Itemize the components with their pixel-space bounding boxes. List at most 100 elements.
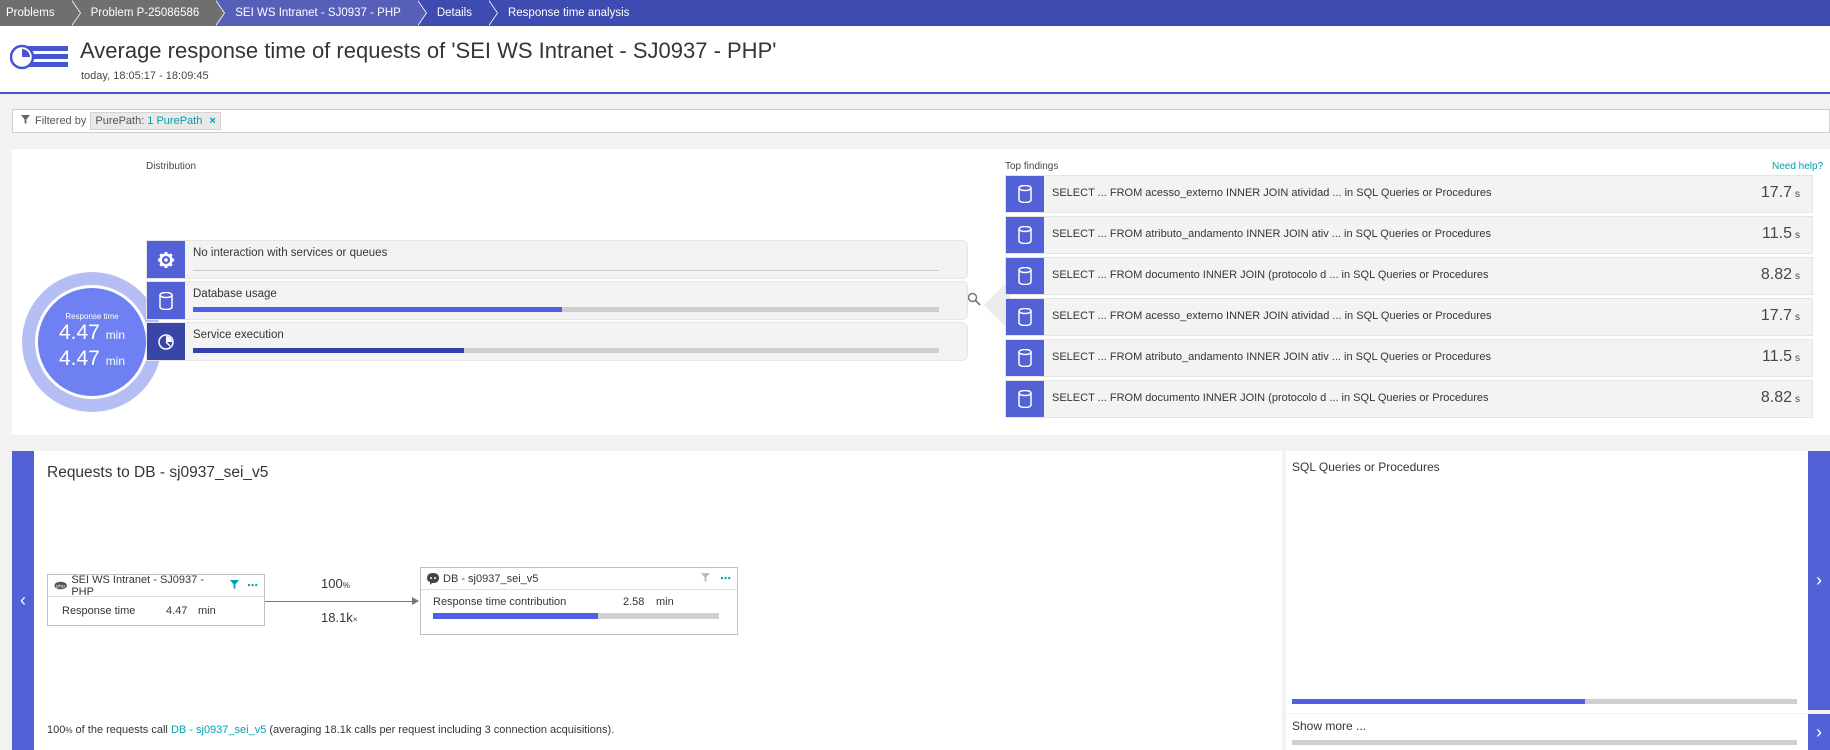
breadcrumb-service[interactable]: SEI WS Intranet - SJ0937 - PHP <box>215 0 426 26</box>
distribution-row-label: Service execution <box>193 329 284 341</box>
finding-text: SELECT ... FROM documento INNER JOIN (pr… <box>1052 269 1489 281</box>
filter-bar[interactable]: Filtered by PurePath: 1 PurePath × <box>12 109 1830 133</box>
sql-panel-bar-fill <box>1292 699 1585 704</box>
database-icon <box>1006 176 1044 212</box>
filter-chip[interactable]: PurePath: 1 PurePath × <box>90 112 221 130</box>
database-icon <box>147 282 185 319</box>
calls-count: 18.1k× <box>321 610 358 625</box>
filter-chip-key: PurePath: <box>95 115 145 127</box>
remove-filter-icon[interactable]: × <box>209 115 215 127</box>
target-db-node[interactable]: DB - sj0937_sei_v5 ⋯ Response time contr… <box>420 567 738 635</box>
call-arrow-head <box>412 597 419 605</box>
finding-text: SELECT ... FROM atributo_andamento INNER… <box>1052 351 1491 363</box>
postgres-icon <box>427 572 439 585</box>
finding-row[interactable]: SELECT ... FROM acesso_externo INNER JOI… <box>1005 175 1813 213</box>
filter-icon-disabled[interactable] <box>701 572 710 585</box>
distribution-row-divider <box>193 270 939 271</box>
finding-text: SELECT ... FROM atributo_andamento INNER… <box>1052 228 1491 240</box>
svg-text:php: php <box>56 583 65 589</box>
requests-panel: ‹ Requests to DB - sj0937_sei_v5 php SEI… <box>12 451 1282 750</box>
source-service-node[interactable]: php SEI WS Intranet - SJ0937 - PHP ⋯ Res… <box>47 574 265 626</box>
finding-row[interactable]: SELECT ... FROM acesso_externo INNER JOI… <box>1005 298 1813 336</box>
distribution-rows: No interaction with services or queues D… <box>146 240 968 363</box>
target-metric-value: 2.58 <box>623 596 645 608</box>
distribution-label: Distribution <box>146 161 197 172</box>
target-metric-label: Response time contribution <box>433 596 567 608</box>
show-more-panel[interactable]: Show more ... <box>1286 714 1808 750</box>
show-more-link[interactable]: Show more ... <box>1292 719 1366 733</box>
top-findings-list: SELECT ... FROM acesso_externo INNER JOI… <box>1005 175 1813 421</box>
breadcrumb-problems[interactable]: Problems <box>0 0 80 26</box>
finding-value: 8.82 s <box>1760 266 1800 283</box>
requests-summary: 100% of the requests call DB - sj0937_se… <box>47 724 615 736</box>
source-node-name: SEI WS Intranet - SJ0937 - PHP <box>71 573 204 598</box>
timeframe: today, 18:05:17 - 18:09:45 <box>81 70 209 82</box>
finding-text: SELECT ... FROM acesso_externo INNER JOI… <box>1052 187 1492 199</box>
finding-row[interactable]: SELECT ... FROM atributo_andamento INNER… <box>1005 339 1813 377</box>
need-help-link[interactable]: Need help? <box>1772 161 1823 172</box>
distribution-panel: Distribution Response time 4.47 min 4.47… <box>12 149 1830 435</box>
distribution-row-label: Database usage <box>193 288 277 300</box>
more-options-icon[interactable]: ⋯ <box>720 572 731 585</box>
source-node-header: php SEI WS Intranet - SJ0937 - PHP ⋯ <box>48 573 264 598</box>
filter-icon <box>21 115 30 127</box>
finding-row[interactable]: SELECT ... FROM documento INNER JOIN (pr… <box>1005 380 1813 418</box>
database-icon <box>1006 381 1044 417</box>
response-time-analysis-icon <box>10 44 68 70</box>
distribution-row-service-execution[interactable]: Service execution <box>146 322 968 361</box>
sql-panel-bar <box>1292 699 1797 704</box>
distribution-row-label: No interaction with services or queues <box>193 247 388 259</box>
response-time-ring[interactable]: Response time 4.47 min 4.47 min <box>22 272 162 412</box>
database-icon <box>1006 299 1044 335</box>
breadcrumb: Problems Problem P-25086586 SEI WS Intra… <box>0 0 1830 26</box>
source-metric-value: 4.47 <box>166 605 188 617</box>
finding-value: 11.5 s <box>1762 225 1800 242</box>
filter-label: Filtered by <box>35 115 87 127</box>
database-icon <box>1006 340 1044 376</box>
magnifier-icon <box>967 292 981 309</box>
service-execution-icon <box>147 323 185 360</box>
target-node-name: DB - sj0937_sei_v5 <box>443 572 539 585</box>
page-header: Average response time of requests of 'SE… <box>0 26 1830 94</box>
finding-text: SELECT ... FROM documento INNER JOIN (pr… <box>1052 392 1489 404</box>
sql-panel-title: SQL Queries or Procedures <box>1292 460 1440 474</box>
finding-row[interactable]: SELECT ... FROM atributo_andamento INNER… <box>1005 216 1813 254</box>
sql-queries-panel[interactable]: SQL Queries or Procedures <box>1286 451 1808 713</box>
contribution-bar-fill <box>433 613 599 619</box>
gear-icon <box>147 241 185 278</box>
database-icon <box>1006 258 1044 294</box>
contribution-bar <box>433 613 719 619</box>
target-metric-unit: min <box>656 596 674 608</box>
finding-value: 17.7 s <box>1760 184 1800 201</box>
distribution-row-no-interaction[interactable]: No interaction with services or queues <box>146 240 968 279</box>
database-icon <box>1006 217 1044 253</box>
breadcrumb-details[interactable]: Details <box>417 0 498 26</box>
finding-value: 8.82 s <box>1760 389 1800 406</box>
finding-row[interactable]: SELECT ... FROM documento INNER JOIN (pr… <box>1005 257 1813 295</box>
filter-icon[interactable] <box>230 579 239 592</box>
service-execution-bar <box>193 348 939 353</box>
more-options-icon[interactable]: ⋯ <box>247 579 258 592</box>
show-more-chevron-icon[interactable]: › <box>1808 714 1830 750</box>
finding-value: 11.5 s <box>1762 348 1800 365</box>
service-execution-fill <box>193 348 464 353</box>
ring-label: Response time <box>65 312 119 321</box>
db-link[interactable]: DB - sj0937_sei_v5 <box>171 724 266 736</box>
database-usage-bar <box>193 307 939 312</box>
call-percentage: 100% <box>321 576 350 591</box>
response-time-value-1: 4.47 min <box>58 321 126 344</box>
source-metric-unit: min <box>198 605 216 617</box>
show-more-bar <box>1292 740 1797 745</box>
page-title: Average response time of requests of 'SE… <box>80 38 777 63</box>
target-node-header: DB - sj0937_sei_v5 ⋯ <box>421 568 737 590</box>
previous-chevron-icon[interactable]: ‹ <box>12 451 34 750</box>
filter-chip-value[interactable]: 1 PurePath <box>147 115 202 127</box>
requests-title: Requests to DB - sj0937_sei_v5 <box>47 464 269 481</box>
response-time-value-2: 4.47 min <box>58 347 126 370</box>
breadcrumb-current: Response time analysis <box>488 0 645 26</box>
response-time-circle: Response time 4.47 min 4.47 min <box>35 285 149 399</box>
distribution-row-database[interactable]: Database usage <box>146 281 968 320</box>
breadcrumb-problem[interactable]: Problem P-25086586 <box>70 0 224 26</box>
next-chevron-icon[interactable]: › <box>1808 451 1830 710</box>
top-findings-label: Top findings <box>1005 161 1059 172</box>
